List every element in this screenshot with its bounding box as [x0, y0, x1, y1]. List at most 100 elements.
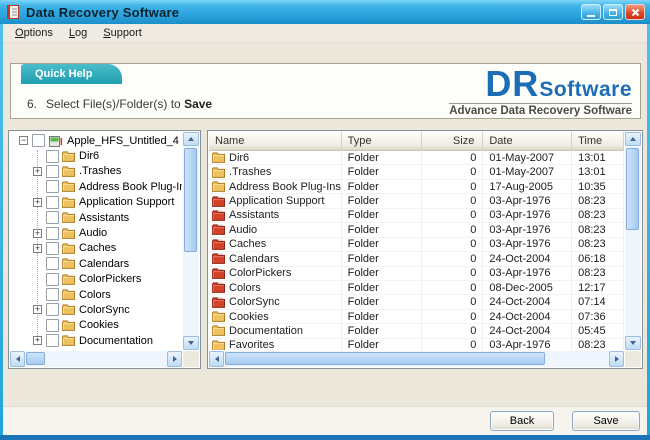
file-row-caches[interactable]: CachesFolder003-Apr-197608:23: [209, 238, 624, 252]
menu-item-options[interactable]: Options: [7, 25, 61, 41]
scroll-up-icon[interactable]: [183, 132, 199, 146]
tree-item-colors[interactable]: Colors: [11, 287, 182, 302]
scroll-up-icon[interactable]: [625, 132, 641, 146]
file-time: 13:01: [572, 165, 624, 178]
table-vscroll-thumb[interactable]: [626, 148, 639, 230]
file-name: Calendars: [229, 253, 279, 265]
column-header-type[interactable]: Type: [342, 132, 423, 151]
tree-item-checkbox[interactable]: [46, 273, 59, 286]
tree-item-checkbox[interactable]: [46, 180, 59, 193]
file-size: 0: [422, 180, 483, 193]
expand-plus-icon[interactable]: +: [33, 244, 42, 253]
folder-red-icon: [212, 210, 225, 221]
tree-item-application-support[interactable]: +Application Support: [11, 195, 182, 210]
column-header-time[interactable]: Time: [572, 132, 624, 151]
file-row-cookies[interactable]: CookiesFolder024-Oct-200407:36: [209, 310, 624, 324]
file-row-application-support[interactable]: Application SupportFolder003-Apr-197608:…: [209, 194, 624, 208]
file-row-favorites[interactable]: FavoritesFolder003-Apr-197608:23: [209, 339, 624, 350]
tree-item-checkbox[interactable]: [46, 242, 59, 255]
scroll-left-icon[interactable]: [10, 351, 25, 367]
tree-vertical-scrollbar[interactable]: [183, 132, 199, 350]
file-row-colorpickers[interactable]: ColorPickersFolder003-Apr-197608:23: [209, 267, 624, 281]
table-horizontal-scrollbar[interactable]: [209, 351, 624, 367]
tree-item-colorsync[interactable]: +ColorSync: [11, 302, 182, 317]
tree-item-checkbox[interactable]: [46, 227, 59, 240]
collapse-minus-icon[interactable]: −: [19, 136, 28, 145]
file-size: 0: [422, 252, 483, 265]
file-time: 06:18: [572, 252, 624, 265]
column-header-size[interactable]: Size: [422, 132, 483, 151]
tree-item-checkbox[interactable]: [46, 196, 59, 209]
file-row-audio[interactable]: AudioFolder003-Apr-197608:23: [209, 223, 624, 237]
minimize-button[interactable]: [581, 4, 601, 20]
folder-icon: [62, 197, 75, 208]
scroll-down-icon[interactable]: [625, 336, 641, 350]
tree-hscroll-thumb[interactable]: [26, 352, 45, 365]
file-row-trashes[interactable]: .TrashesFolder001-May-200713:01: [209, 165, 624, 179]
file-name-cell: .Trashes: [209, 165, 342, 178]
scroll-right-icon[interactable]: [167, 351, 182, 367]
tree-item-calendars[interactable]: Calendars: [11, 256, 182, 271]
tree-item-assistants[interactable]: Assistants: [11, 210, 182, 225]
logo-tagline: Advance Data Recovery Software: [449, 103, 632, 117]
file-row-colors[interactable]: ColorsFolder008-Dec-200512:17: [209, 281, 624, 295]
tree-item-checkbox[interactable]: [46, 257, 59, 270]
tree-item-checkbox[interactable]: [46, 334, 59, 347]
title-bar: Data Recovery Software: [0, 0, 650, 24]
tree-item-checkbox[interactable]: [46, 150, 59, 163]
file-name: Caches: [229, 238, 266, 250]
file-date: 24-Oct-2004: [483, 252, 572, 265]
window-title: Data Recovery Software: [26, 5, 179, 20]
tree-item-checkbox[interactable]: [46, 288, 59, 301]
table-vertical-scrollbar[interactable]: [625, 132, 641, 350]
scroll-left-icon[interactable]: [209, 351, 224, 367]
close-button[interactable]: [625, 4, 645, 20]
menu-item-support[interactable]: Support: [95, 25, 150, 41]
tree-item-cookies[interactable]: Cookies: [11, 318, 182, 333]
file-row-calendars[interactable]: CalendarsFolder024-Oct-200406:18: [209, 252, 624, 266]
file-row-documentation[interactable]: DocumentationFolder024-Oct-200405:45: [209, 324, 624, 338]
tree-vscroll-thumb[interactable]: [184, 148, 197, 252]
tree-item-checkbox[interactable]: [46, 165, 59, 178]
maximize-button[interactable]: [603, 4, 623, 20]
file-name-cell: Calendars: [209, 252, 342, 265]
instruction-text: Select File(s)/Folder(s) to: [46, 97, 181, 111]
tree-item-apple-hfs-untitled-4[interactable]: −Apple_HFS_Untitled_4: [11, 133, 182, 148]
tree-item-documentation[interactable]: +Documentation: [11, 333, 182, 348]
expand-plus-icon[interactable]: +: [33, 336, 42, 345]
tree-item-checkbox[interactable]: [46, 319, 59, 332]
scroll-right-icon[interactable]: [609, 351, 624, 367]
expand-plus-icon[interactable]: +: [33, 198, 42, 207]
tree-item-colorpickers[interactable]: ColorPickers: [11, 272, 182, 287]
table-hscroll-thumb[interactable]: [225, 352, 545, 365]
tree-item-trashes[interactable]: +.Trashes: [11, 164, 182, 179]
save-button[interactable]: Save: [572, 411, 640, 431]
column-header-date[interactable]: Date: [483, 132, 572, 151]
scroll-down-icon[interactable]: [183, 336, 199, 350]
tree-item-address-book-plug-ins[interactable]: Address Book Plug-Ins: [11, 179, 182, 194]
file-date: 03-Apr-1976: [483, 223, 572, 236]
file-row-address-book-plug-ins[interactable]: Address Book Plug-InsFolder017-Aug-20051…: [209, 180, 624, 194]
tree-item-checkbox[interactable]: [46, 303, 59, 316]
expand-plus-icon[interactable]: +: [33, 229, 42, 238]
tree-item-checkbox[interactable]: [46, 211, 59, 224]
expand-plus-icon[interactable]: +: [33, 167, 42, 176]
file-name-cell: Address Book Plug-Ins: [209, 180, 342, 193]
file-row-dir6[interactable]: Dir6Folder001-May-200713:01: [209, 151, 624, 165]
tree-item-label: Colors: [79, 289, 111, 301]
tree-item-dir6[interactable]: Dir6: [11, 148, 182, 163]
quick-help-panel: Quick Help 6.Select File(s)/Folder(s) to…: [10, 63, 641, 119]
tree-item-audio[interactable]: +Audio: [11, 225, 182, 240]
menu-item-log[interactable]: Log: [61, 25, 95, 41]
file-time: 07:36: [572, 310, 624, 323]
tree-item-caches[interactable]: +Caches: [11, 241, 182, 256]
brand-logo: DRSoftware Advance Data Recovery Softwar…: [449, 67, 632, 117]
expand-plus-icon[interactable]: +: [33, 305, 42, 314]
file-row-colorsync[interactable]: ColorSyncFolder024-Oct-200407:14: [209, 295, 624, 309]
file-row-assistants[interactable]: AssistantsFolder003-Apr-197608:23: [209, 209, 624, 223]
folder-red-icon: [212, 253, 225, 264]
tree-item-checkbox[interactable]: [32, 134, 45, 147]
tree-horizontal-scrollbar[interactable]: [10, 351, 182, 367]
back-button[interactable]: Back: [490, 411, 554, 431]
column-header-name[interactable]: Name: [209, 132, 342, 151]
